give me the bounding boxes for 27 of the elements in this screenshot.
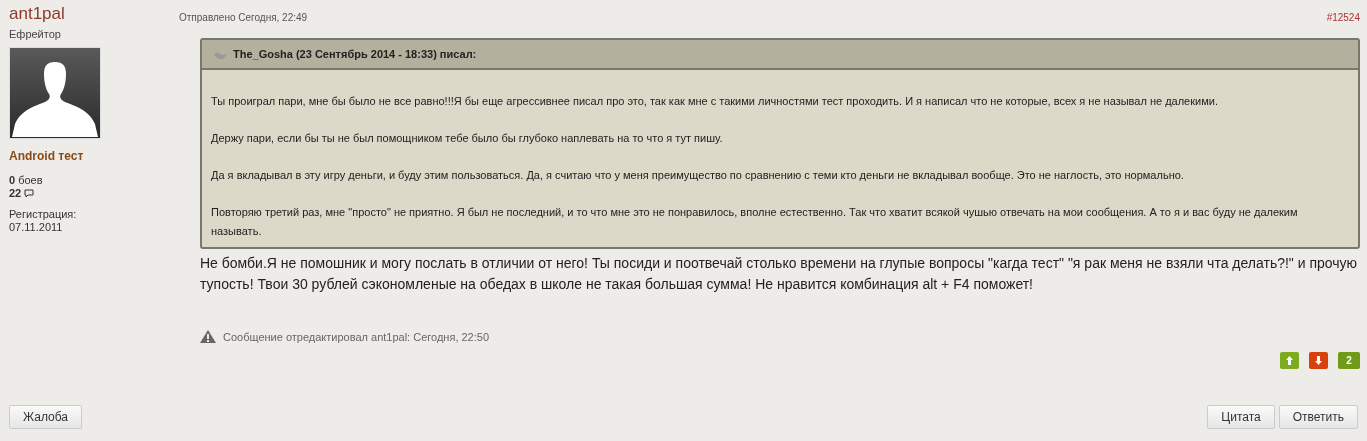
post-text: Не бомби.Я не помошник и могу послать в отличии от него! Ты посиди и поотвечай столько времени на глупые вопросы "кагда тест" "я рак меня не взяли чта делать?!" и прочую тупость! Твои 30 рублей сэкономленые на обедах в школе не такая большая сумма! Не нравится комбинация alt + F4 поможет! xyxy=(200,254,1359,294)
quote-paragraph: Ты проиграл пари, мне бы было не все равно!!!Я бы еще агрессивнее писал про это, так как мне с такими личностями тест проходить. И я написал что не которые, всех я не называл не далекими. xyxy=(211,94,1219,109)
report-button[interactable]: Жалоба xyxy=(9,405,82,429)
author-name[interactable]: ant1pal xyxy=(9,4,65,24)
battles-count: 0 боев xyxy=(9,174,43,186)
quote-author: The_Gosha (23 Сентябрь 2014 - 18:33) писал: xyxy=(233,48,477,60)
quote-paragraph: Да я вкладывал в эту игру деньги, и буду этим пользоваться. Да, я считаю что у меня преимущество по сравнению с теми кто деньги не вкладывал вообще. Это не наглость, это нормально. xyxy=(211,168,1185,183)
author-rank: Ефрейтор xyxy=(9,28,61,40)
edit-notice: Сообщение отредактировал ant1pal: Сегодня, 22:50 xyxy=(223,330,490,343)
posts-count: 22 xyxy=(9,187,22,199)
speech-bubble-icon xyxy=(24,188,35,198)
vote-down-button[interactable] xyxy=(1309,352,1328,369)
arrow-down-icon xyxy=(1315,356,1322,365)
post-date: Отправлено Сегодня, 22:49 xyxy=(179,12,308,23)
registration-date: 07.11.2011 xyxy=(9,221,63,233)
reply-button[interactable]: Ответить xyxy=(1278,405,1358,429)
rating-badge: 2 xyxy=(1338,352,1360,369)
warning-icon xyxy=(200,330,216,343)
arrow-up-icon xyxy=(1286,356,1293,365)
registration-label: Регистрация: xyxy=(9,208,77,220)
avatar-icon xyxy=(9,47,101,139)
quote-paragraph: Повторяю третий раз, мне "просто" не приятно. Я был не последний, и то что мне это не понравилось, вполне естественно. Так что хватит всякой чушью отвечать на мои сообщения. А то я и вас буду не далеким называть. xyxy=(211,205,1299,239)
quote-button[interactable]: Цитата xyxy=(1207,405,1275,429)
vote-up-button[interactable] xyxy=(1280,352,1299,369)
user-group: Android тест xyxy=(9,149,84,163)
post-number-link[interactable]: #12524 xyxy=(1326,12,1360,23)
quote-paragraph: Держу пари, если бы ты не был помощником тебе было бы глубоко наплевать на то что я тут пишу. xyxy=(211,131,724,146)
